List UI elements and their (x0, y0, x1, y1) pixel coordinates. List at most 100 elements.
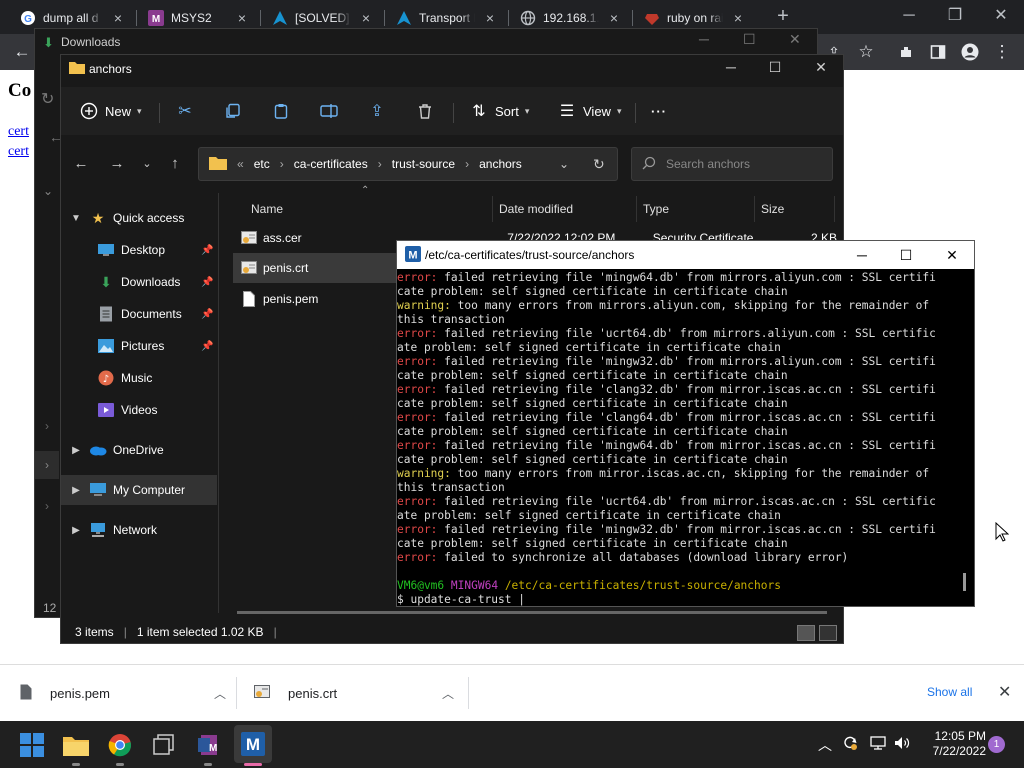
new-tab-button[interactable]: + (760, 4, 806, 28)
profile-icon[interactable] (958, 40, 982, 64)
nav-onedrive[interactable]: ▶ OneDrive (69, 435, 164, 465)
close-icon[interactable]: × (482, 10, 498, 26)
nav-desktop[interactable]: Desktop 📌 (97, 235, 213, 265)
forward-arrow-icon[interactable]: → (107, 153, 127, 173)
back-arrow-icon[interactable]: ← (10, 40, 34, 64)
chevron-up-icon[interactable]: ︿ (442, 685, 454, 702)
overflow-icon[interactable]: « (237, 157, 244, 171)
side-panel-icon[interactable] (926, 40, 950, 64)
column-header-type[interactable]: Type (637, 196, 755, 222)
share-button[interactable]: ⇪ (367, 97, 387, 125)
nav-my-computer[interactable]: ▶ My Computer (61, 475, 217, 505)
back-arrow-icon[interactable]: ← (71, 153, 91, 173)
chevron-up-icon[interactable]: ︿ (818, 735, 832, 755)
nav-downloads[interactable]: ⬇ Downloads 📌 (97, 267, 213, 297)
column-header-name[interactable]: Name (245, 196, 493, 222)
column-header-size[interactable]: Size (755, 196, 835, 222)
new-label: New (105, 103, 132, 119)
copy-button[interactable] (223, 97, 243, 125)
tiles-view-icon[interactable] (819, 625, 837, 641)
chevron-down-icon[interactable]: ⌄ (559, 157, 569, 171)
file-row[interactable]: penis.crt (233, 253, 397, 283)
nav-documents[interactable]: Documents 📌 (97, 299, 213, 329)
search-input[interactable]: Search anchors (631, 147, 833, 181)
tab-title: [SOLVED] P (295, 11, 351, 25)
close-icon[interactable]: × (606, 10, 622, 26)
nav-label: Pictures (121, 339, 165, 353)
column-header-date[interactable]: Date modified (493, 196, 637, 222)
new-button[interactable]: New ▾ (79, 97, 142, 125)
restore-icon[interactable]: ❐ (932, 4, 978, 28)
paste-button[interactable] (271, 97, 291, 125)
details-view-icon[interactable] (797, 625, 815, 641)
close-icon[interactable]: × (358, 10, 374, 26)
breadcrumb-etc[interactable]: etc (254, 157, 270, 171)
network-icon[interactable] (870, 735, 886, 754)
update-icon[interactable] (842, 735, 858, 754)
breadcrumb-anchors[interactable]: anchors (479, 157, 522, 171)
horizontal-scrollbar[interactable] (237, 611, 827, 614)
refresh-icon[interactable]: ↻ (593, 156, 605, 173)
maximize-icon[interactable]: ☐ (743, 31, 756, 48)
minimize-icon[interactable]: ─ (839, 241, 885, 269)
cert-link[interactable]: cert (8, 124, 29, 140)
nav-network[interactable]: ▶ Network (69, 515, 157, 545)
nav-videos[interactable]: Videos (97, 395, 157, 425)
nav-music[interactable]: ♪ Music (97, 363, 152, 393)
volume-icon[interactable] (894, 735, 910, 754)
cert-link[interactable]: cert (8, 144, 29, 160)
download-item[interactable]: penis.crt ︿ (254, 671, 454, 715)
terminal-text: MINGW64 (450, 579, 499, 592)
mintty-taskbar-icon[interactable]: M (234, 725, 272, 763)
chevron-down-icon[interactable]: ⌄ (137, 153, 157, 173)
close-icon[interactable]: ✕ (789, 31, 801, 48)
star-icon[interactable]: ☆ (854, 40, 878, 64)
minimize-icon[interactable]: ─ (886, 4, 932, 28)
minimize-icon[interactable]: ─ (711, 59, 751, 75)
windows-start-icon[interactable] (16, 729, 48, 761)
maximize-icon[interactable]: ☐ (883, 241, 929, 269)
maximize-icon[interactable]: ☐ (755, 59, 795, 76)
terminal-output[interactable]: error: failed retrieving file 'mingw64.d… (397, 271, 960, 606)
nav-pictures[interactable]: Pictures 📌 (97, 331, 213, 361)
system-clock[interactable]: 12:05 PM 7/22/2022 (926, 729, 986, 759)
up-arrow-icon[interactable]: ↑ (165, 153, 185, 173)
show-all-button[interactable]: Show all (927, 685, 972, 699)
chrome-taskbar-icon[interactable] (104, 729, 136, 761)
chevron-up-icon[interactable]: ︿ (214, 685, 226, 702)
vertical-scrollbar[interactable] (963, 573, 966, 591)
terminal-text: failed retrieving file 'mingw64.db' from… (437, 439, 936, 452)
nav-quick-access[interactable]: ▼ ★ Quick access (69, 203, 184, 233)
close-icon[interactable]: × (110, 10, 126, 26)
task-view-icon[interactable] (148, 729, 180, 761)
sort-button[interactable]: ⇅ Sort ▾ (469, 97, 529, 125)
delete-button[interactable] (415, 97, 435, 125)
file-explorer-taskbar-icon[interactable] (60, 729, 92, 761)
menu-dots-icon[interactable]: ⋮ (990, 40, 1014, 64)
minimize-icon[interactable]: ─ (699, 31, 709, 47)
file-row[interactable]: penis.pem (237, 284, 401, 314)
notification-badge[interactable]: 1 (988, 736, 1005, 753)
chevron-right-icon: ▶ (72, 524, 80, 536)
download-item[interactable]: penis.pem ︿ (20, 671, 226, 715)
breadcrumb-trust-source[interactable]: trust-source (392, 157, 455, 171)
cloud-icon (89, 441, 107, 459)
msys2-taskbar-icon[interactable]: M (192, 729, 224, 761)
close-icon[interactable]: × (730, 10, 746, 26)
certificate-icon (241, 229, 257, 247)
close-icon[interactable]: ✕ (998, 682, 1011, 702)
close-icon[interactable]: ✕ (801, 59, 841, 76)
more-options-button[interactable]: ··· (651, 97, 667, 125)
breadcrumb-ca-certificates[interactable]: ca-certificates (294, 157, 368, 171)
cut-button[interactable]: ✂ (175, 97, 195, 125)
nav-label: Music (121, 371, 153, 385)
close-icon[interactable]: × (234, 10, 250, 26)
address-bar[interactable]: « etc › ca-certificates › trust-source ›… (198, 147, 618, 181)
close-icon[interactable]: ✕ (929, 241, 975, 269)
close-window-icon[interactable]: ✕ (978, 4, 1024, 28)
extensions-icon[interactable] (894, 40, 918, 64)
status-divider: | (273, 625, 277, 639)
rename-button[interactable] (319, 97, 339, 125)
view-button[interactable]: ☰ View ▾ (557, 97, 622, 125)
terminal-window[interactable]: M /etc/ca-certificates/trust-source/anch… (396, 240, 975, 607)
